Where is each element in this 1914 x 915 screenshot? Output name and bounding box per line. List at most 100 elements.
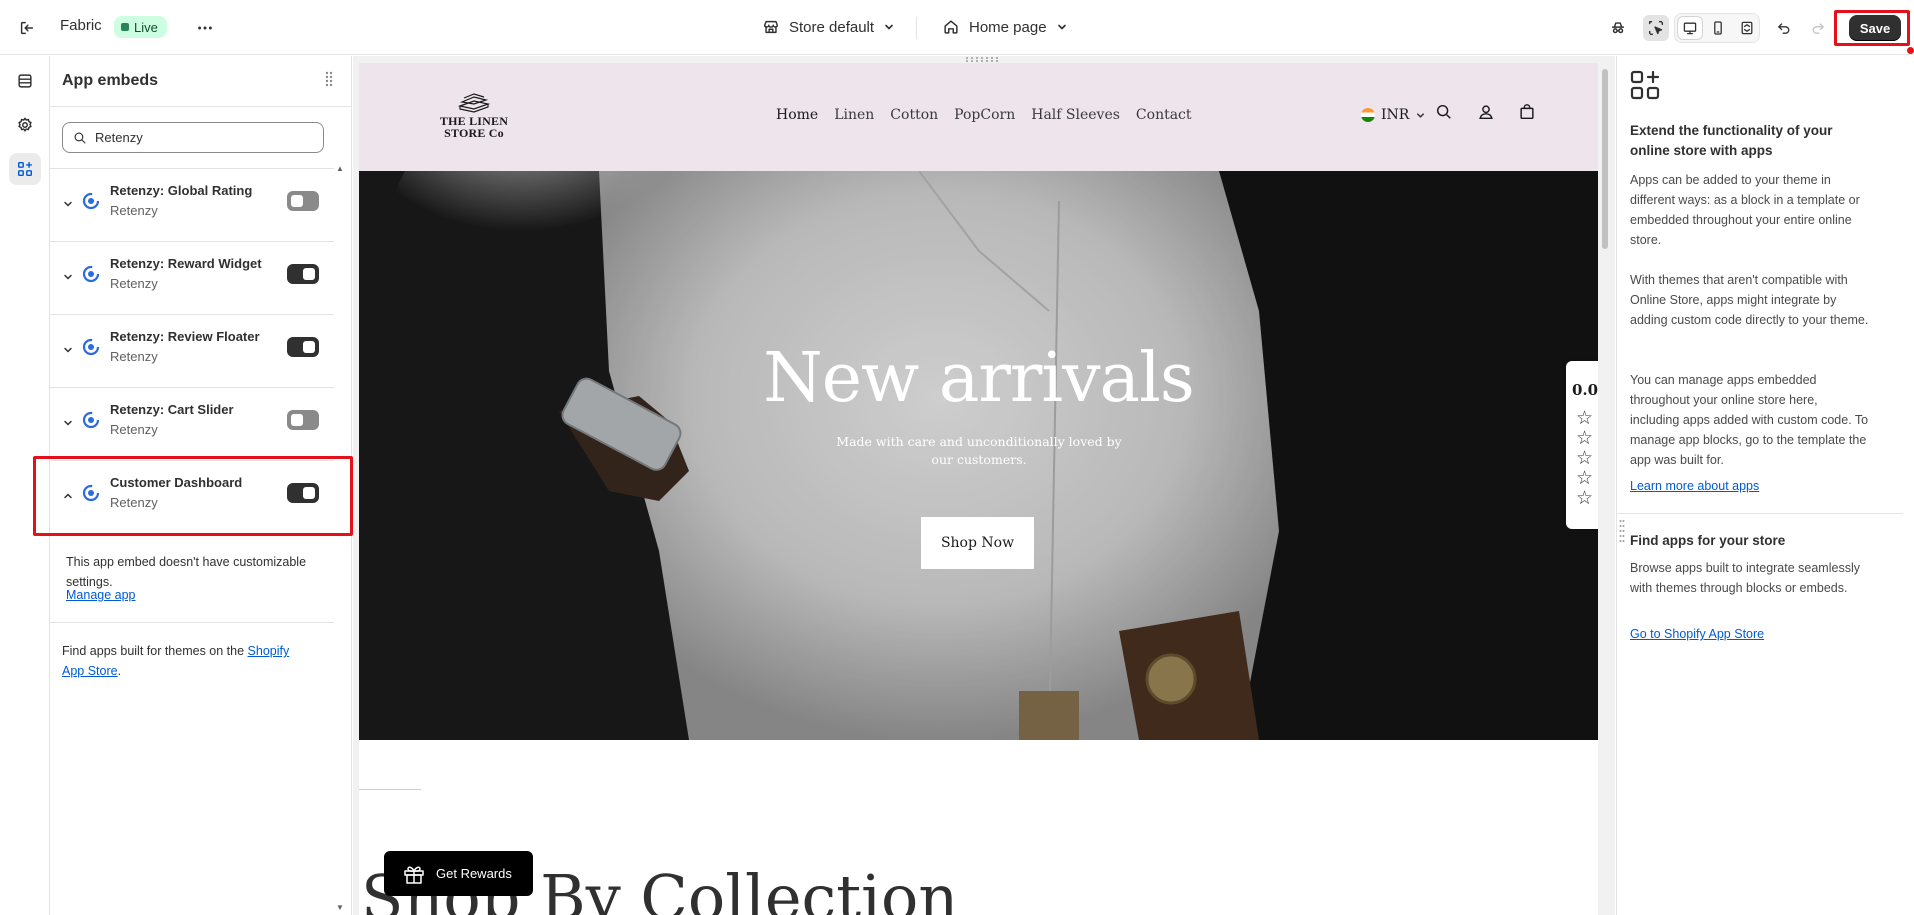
redo-button[interactable] xyxy=(1805,15,1831,41)
theme-settings-nav-button[interactable] xyxy=(9,109,41,141)
help-panel: Extend the functionality of your online … xyxy=(1616,56,1914,915)
cart-bag-icon[interactable] xyxy=(1518,103,1536,121)
hero-subtitle: Made with care and unconditionally loved… xyxy=(836,434,1122,467)
desktop-icon xyxy=(1683,22,1697,35)
panel-resize-handle-icon[interactable] xyxy=(1619,518,1625,544)
store-logo-text: THE LINEN STORE Co xyxy=(439,114,509,140)
books-logo-icon xyxy=(457,93,491,113)
nav-link-linen[interactable]: Linen xyxy=(834,107,874,123)
embed-toggle[interactable] xyxy=(287,191,319,211)
store-icon xyxy=(763,20,779,34)
star-icon: ☆ xyxy=(1576,468,1594,489)
highlight-marker-dot xyxy=(1907,47,1914,54)
more-actions-button[interactable] xyxy=(192,15,218,41)
ellipsis-icon xyxy=(198,26,212,30)
inspector-button[interactable] xyxy=(1605,15,1631,41)
desktop-view-button[interactable] xyxy=(1677,16,1703,40)
scroll-down-arrow-icon[interactable]: ▼ xyxy=(336,903,344,912)
embed-vendor: Retenzy xyxy=(110,203,158,218)
help-paragraph-2: With themes that aren't compatible with … xyxy=(1630,273,1869,327)
currency-selector[interactable]: INR xyxy=(1361,107,1426,123)
nav-link-contact[interactable]: Contact xyxy=(1136,107,1192,123)
chevron-down-icon[interactable] xyxy=(62,198,74,210)
retenzy-app-icon xyxy=(82,192,100,210)
embed-settings-note: This app embed doesn't have customizable… xyxy=(66,555,307,589)
embed-name: Retenzy: Cart Slider xyxy=(110,402,234,417)
manage-app-link[interactable]: Manage app xyxy=(66,588,136,602)
rating-value: 0.0 xyxy=(1571,381,1598,399)
embed-item-review-floater[interactable]: Retenzy: Review Floater Retenzy xyxy=(50,315,334,388)
topbar-divider xyxy=(916,17,917,39)
embed-item-global-rating[interactable]: Retenzy: Global Rating Retenzy xyxy=(50,169,334,242)
live-dot-icon xyxy=(121,23,129,31)
mobile-view-button[interactable] xyxy=(1705,15,1731,41)
search-field[interactable] xyxy=(62,122,324,153)
chevron-down-icon[interactable] xyxy=(62,271,74,283)
sections-nav-button[interactable] xyxy=(9,65,41,97)
select-element-button[interactable] xyxy=(1643,15,1669,41)
gear-icon xyxy=(18,117,32,132)
grip-dots-icon xyxy=(325,71,333,87)
footer-prefix: Find apps built for themes on the xyxy=(62,644,248,658)
preview-grip-icon[interactable] xyxy=(964,56,1004,62)
shopify-app-store-link[interactable]: Go to Shopify App Store xyxy=(1630,627,1764,641)
chevron-down-icon xyxy=(1057,24,1066,30)
preview-scrollbar[interactable] xyxy=(1599,63,1613,915)
scroll-up-arrow-icon[interactable]: ▲ xyxy=(336,164,344,173)
embed-toggle[interactable] xyxy=(287,410,319,430)
nav-link-home[interactable]: Home xyxy=(776,107,818,123)
embed-item-cart-slider[interactable]: Retenzy: Cart Slider Retenzy xyxy=(50,388,334,461)
help-paragraph-1: Apps can be added to your theme in diffe… xyxy=(1630,173,1860,247)
shop-now-button[interactable]: Shop Now xyxy=(921,517,1034,569)
store-logo[interactable]: THE LINEN STORE Co xyxy=(436,93,512,139)
embed-vendor: Retenzy xyxy=(110,422,158,437)
review-floater-widget[interactable]: 0.0 ☆ ☆ ☆ ☆ ☆ xyxy=(1566,361,1598,529)
store-search-icon[interactable] xyxy=(1435,103,1453,121)
top-bar: Fabric Live Store default Home page Save xyxy=(0,0,1914,55)
help-paragraph-3: You can manage apps embedded throughout … xyxy=(1630,373,1869,467)
app-embeds-nav-button[interactable] xyxy=(9,153,41,185)
undo-button[interactable] xyxy=(1771,15,1797,41)
store-nav: Home Linen Cotton PopCorn Half Sleeves C… xyxy=(776,107,1192,123)
live-status-badge: Live xyxy=(114,16,167,38)
save-button[interactable]: Save xyxy=(1849,15,1901,41)
embed-name: Retenzy: Reward Widget xyxy=(110,256,262,271)
divider xyxy=(1617,513,1903,514)
search-input[interactable] xyxy=(95,130,315,145)
chevron-down-icon[interactable] xyxy=(62,344,74,356)
fullscreen-view-button[interactable] xyxy=(1734,15,1760,41)
get-rewards-button[interactable]: Get Rewards xyxy=(384,851,533,896)
sections-icon xyxy=(18,74,32,88)
nav-link-half-sleeves[interactable]: Half Sleeves xyxy=(1031,107,1120,123)
chevron-down-icon[interactable] xyxy=(62,417,74,429)
exit-editor-button[interactable] xyxy=(14,15,40,41)
customer-dashboard-highlight-box xyxy=(33,456,353,536)
scrollbar-thumb[interactable] xyxy=(1602,69,1608,249)
mobile-icon xyxy=(1714,21,1722,35)
store-selector[interactable]: Store default xyxy=(762,14,895,40)
embed-toggle[interactable] xyxy=(287,337,319,357)
apps-grid-plus-icon xyxy=(1630,70,1660,100)
learn-more-apps-link[interactable]: Learn more about apps xyxy=(1630,479,1759,493)
embed-item-reward-widget[interactable]: Retenzy: Reward Widget Retenzy xyxy=(50,242,334,315)
gift-icon xyxy=(404,866,424,884)
get-rewards-label: Get Rewards xyxy=(436,866,512,881)
cursor-select-icon xyxy=(1648,20,1664,36)
live-badge-label: Live xyxy=(134,19,158,35)
retenzy-app-icon xyxy=(82,265,100,283)
find-apps-heading: Find apps for your store xyxy=(1630,533,1786,548)
retenzy-app-icon xyxy=(82,411,100,429)
nav-link-popcorn[interactable]: PopCorn xyxy=(954,107,1015,123)
section-divider xyxy=(359,789,421,790)
drag-handle-icon[interactable] xyxy=(324,70,334,88)
star-icon: ☆ xyxy=(1576,488,1594,509)
search-icon xyxy=(74,132,86,143)
page-selector[interactable]: Home page xyxy=(942,14,1068,40)
star-icon: ☆ xyxy=(1576,448,1594,469)
help-heading: Extend the functionality of your online … xyxy=(1630,123,1833,158)
account-icon[interactable] xyxy=(1477,103,1495,121)
nav-link-cotton[interactable]: Cotton xyxy=(890,107,938,123)
embed-toggle[interactable] xyxy=(287,264,319,284)
store-preview-area: THE LINEN STORE Co Home Linen Cotton Pop… xyxy=(353,56,1615,915)
store-selector-label: Store default xyxy=(789,18,875,36)
